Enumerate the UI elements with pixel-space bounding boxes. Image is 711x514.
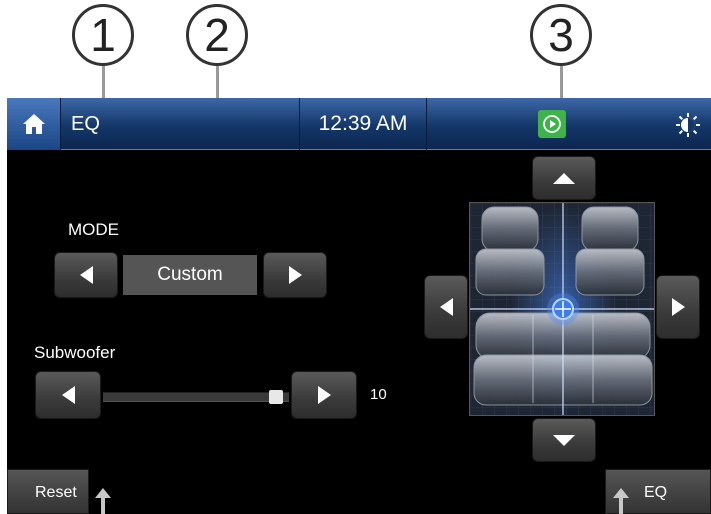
arrow-down-icon <box>553 434 575 446</box>
arrow-right-icon <box>317 386 331 404</box>
brightness-icon <box>676 113 700 137</box>
balance-right-button[interactable] <box>656 275 700 339</box>
callout-3: 3 <box>530 4 592 66</box>
arrow-right-icon <box>288 266 302 284</box>
arrow-right-icon <box>671 298 685 316</box>
home-button[interactable] <box>7 98 61 150</box>
subwoofer-decrease-button[interactable] <box>35 371 101 419</box>
subwoofer-increase-button[interactable] <box>291 371 357 419</box>
callout-1: 1 <box>72 4 134 66</box>
top-bar: EQ 12:39 AM <box>7 98 711 150</box>
subwoofer-slider-thumb[interactable] <box>269 390 283 404</box>
play-button[interactable] <box>538 110 566 138</box>
arrow-up-icon <box>553 172 575 184</box>
subwoofer-value: 10 <box>370 386 387 403</box>
arrow-up-icon <box>613 488 629 514</box>
subwoofer-label: Subwoofer <box>34 343 116 362</box>
eq-label: EQ <box>644 484 668 501</box>
fader-down-button[interactable] <box>532 418 596 462</box>
reset-button[interactable]: Reset <box>7 469 89 514</box>
arrow-up-icon <box>95 488 111 514</box>
subwoofer-slider[interactable] <box>103 390 289 404</box>
mode-prev-button[interactable] <box>54 252 118 298</box>
mode-label: MODE <box>68 220 119 239</box>
arrow-left-icon <box>61 386 75 404</box>
head-unit-screen: EQ 12:39 AM MODE Custom Subwoofer 10 Res… <box>7 98 711 514</box>
balance-left-button[interactable] <box>424 275 468 339</box>
callout-2: 2 <box>186 4 248 66</box>
arrow-left-icon <box>79 266 93 284</box>
car-seats-graphic <box>470 203 654 415</box>
mode-next-button[interactable] <box>263 252 327 298</box>
play-icon <box>543 115 561 133</box>
fader-balance-pad[interactable] <box>469 202 655 416</box>
home-icon <box>22 114 45 134</box>
clock: 12:39 AM <box>318 112 408 135</box>
arrow-left-icon <box>439 298 453 316</box>
topbar-divider <box>426 98 427 150</box>
fader-up-button[interactable] <box>532 156 596 200</box>
reset-label: Reset <box>35 484 77 501</box>
page-title: EQ <box>71 113 100 135</box>
mode-value: Custom <box>123 255 257 295</box>
brightness-button[interactable] <box>673 110 703 140</box>
